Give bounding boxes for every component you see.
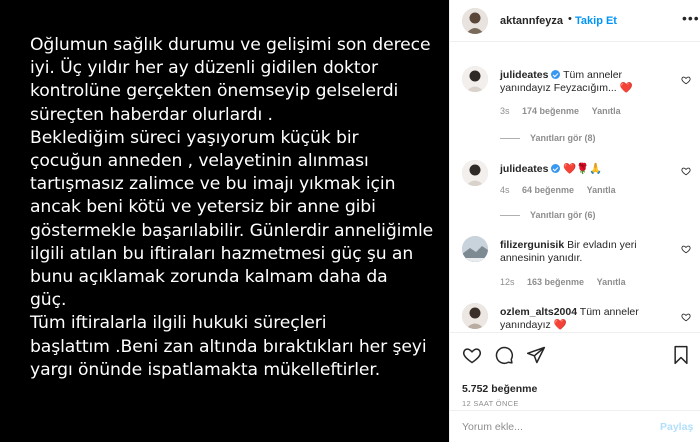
like-comment-icon[interactable] xyxy=(681,244,691,254)
commenter-avatar[interactable] xyxy=(462,66,488,92)
view-replies-label: Yanıtları gör (8) xyxy=(530,133,596,143)
commenter-username[interactable]: julideates xyxy=(500,163,548,175)
commenter-avatar[interactable] xyxy=(462,160,488,186)
comment-age: 12s xyxy=(500,277,515,287)
verified-badge-icon xyxy=(551,70,561,79)
view-replies-button[interactable]: Yanıtları gör (6) xyxy=(500,210,596,220)
like-comment-icon[interactable] xyxy=(681,75,691,85)
verified-badge-icon xyxy=(551,164,561,173)
reply-button[interactable]: Yanıtla xyxy=(597,277,626,287)
image-text-line: kontrolüne gerçekten önemseyip gelselerd… xyxy=(30,81,399,102)
share-icon[interactable] xyxy=(526,345,546,365)
likes-count[interactable]: 5.752 beğenme xyxy=(462,383,537,395)
image-text-line: yargı önünde ispatlamakta mükelleftirler… xyxy=(30,359,381,380)
comment-age: 3s xyxy=(500,106,510,116)
commenter-username[interactable]: julideates xyxy=(500,69,548,81)
comment-likes[interactable]: 163 beğenme xyxy=(527,277,584,287)
comment-item: filizergunisik Bir evladın yeri annesini… xyxy=(450,236,700,292)
comment-item: ozlem_alts2004 Tüm anneler yanındayız ❤️ xyxy=(450,303,700,333)
commenter-username[interactable]: filizergunisik xyxy=(500,239,564,251)
post-timestamp: 12 SAAT ÖNCE xyxy=(462,399,519,408)
image-text-line: tartışmasız zalimce ve bu imajı yıkmak i… xyxy=(30,174,396,195)
image-text-line: göstermekle başarılabilir. Günlerdir ann… xyxy=(30,220,434,241)
post-image-text: Oğlumun sağlık durumu ve gelişimi son de… xyxy=(30,34,442,382)
save-bookmark-icon[interactable] xyxy=(672,345,690,365)
author-username[interactable]: aktannfeyza xyxy=(500,15,563,27)
image-text-line: ancak beni kötü ve yetersiz bir anne gib… xyxy=(30,197,376,218)
heart-emoji-icon: ❤️ xyxy=(619,82,633,94)
post-header: aktannfeyza • Takip Et ••• xyxy=(450,0,700,42)
image-text-line: Oğlumun sağlık durumu ve gelişimi son de… xyxy=(30,35,431,55)
image-text-line: Tüm iftiralarla ilgili hukuki süreçleri xyxy=(30,313,327,334)
commenter-username[interactable]: ozlem_alts2004 xyxy=(500,306,577,318)
image-text-line: süreçten haberdar olurlardı . xyxy=(30,104,273,125)
comment-likes[interactable]: 174 beğenme xyxy=(522,106,579,116)
reply-button[interactable]: Yanıtla xyxy=(587,185,616,195)
image-text-line: iyi. Üç yıldır her ay düzenli gidilen do… xyxy=(30,58,378,79)
replies-divider xyxy=(500,138,520,140)
post-media[interactable]: Oğlumun sağlık durumu ve gelişimi son de… xyxy=(0,0,449,442)
header-separator: • xyxy=(568,13,572,25)
reply-button[interactable]: Yanıtla xyxy=(592,106,621,116)
view-replies-button[interactable]: Yanıtları gör (8) xyxy=(500,133,596,143)
like-icon[interactable] xyxy=(462,345,482,365)
image-text-line: güç. xyxy=(30,290,67,311)
replies-divider xyxy=(500,215,520,217)
view-replies-label: Yanıtları gör (6) xyxy=(530,210,596,220)
like-comment-icon[interactable] xyxy=(681,166,691,176)
comment-text: julideates Tüm anneler yanındayız Feyzac… xyxy=(500,69,670,95)
image-text-line: Beklediğim süreci yaşıyorum küçük bir xyxy=(30,127,359,148)
image-text-line: bunu açıklamak zorunda kalmam daha da xyxy=(30,267,388,288)
comment-input-bar: Yorum ekle... Paylaş xyxy=(450,410,700,442)
commenter-avatar[interactable] xyxy=(462,303,488,329)
comment-meta: 12s 163 beğenme Yanıtla xyxy=(500,277,636,287)
image-text-line: ilgili atılan bu iftiraları hazmetmesi g… xyxy=(30,243,414,264)
comment-emoji: ❤️🌹🙏 xyxy=(563,163,603,175)
comment-meta: 3s 174 beğenme Yanıtla xyxy=(500,106,631,116)
more-options-icon[interactable]: ••• xyxy=(682,10,700,26)
follow-button[interactable]: Takip Et xyxy=(575,15,617,27)
post-side-panel: aktannfeyza • Takip Et ••• julideates Tü… xyxy=(449,0,700,442)
comment-input[interactable]: Yorum ekle... xyxy=(462,421,523,433)
image-text-line: çocuğun anneden , velayetinin alınması xyxy=(30,151,369,172)
image-text-line: başlattım .Beni zan altında bıraktıkları… xyxy=(30,336,427,357)
comment-text: filizergunisik Bir evladın yeri annesini… xyxy=(500,239,670,265)
comment-meta: 4s 64 beğenme Yanıtla xyxy=(500,185,626,195)
author-avatar[interactable] xyxy=(462,8,488,34)
post-comment-button[interactable]: Paylaş xyxy=(660,421,693,433)
heart-emoji-icon: ❤️ xyxy=(553,319,567,331)
comment-text: julideates ❤️🌹🙏 xyxy=(500,163,670,176)
comment-icon[interactable] xyxy=(494,345,514,365)
commenter-avatar[interactable] xyxy=(462,236,488,262)
like-comment-icon[interactable] xyxy=(681,312,691,322)
comment-age: 4s xyxy=(500,185,510,195)
comment-likes[interactable]: 64 beğenme xyxy=(522,185,574,195)
comment-text: ozlem_alts2004 Tüm anneler yanındayız ❤️ xyxy=(500,306,670,332)
